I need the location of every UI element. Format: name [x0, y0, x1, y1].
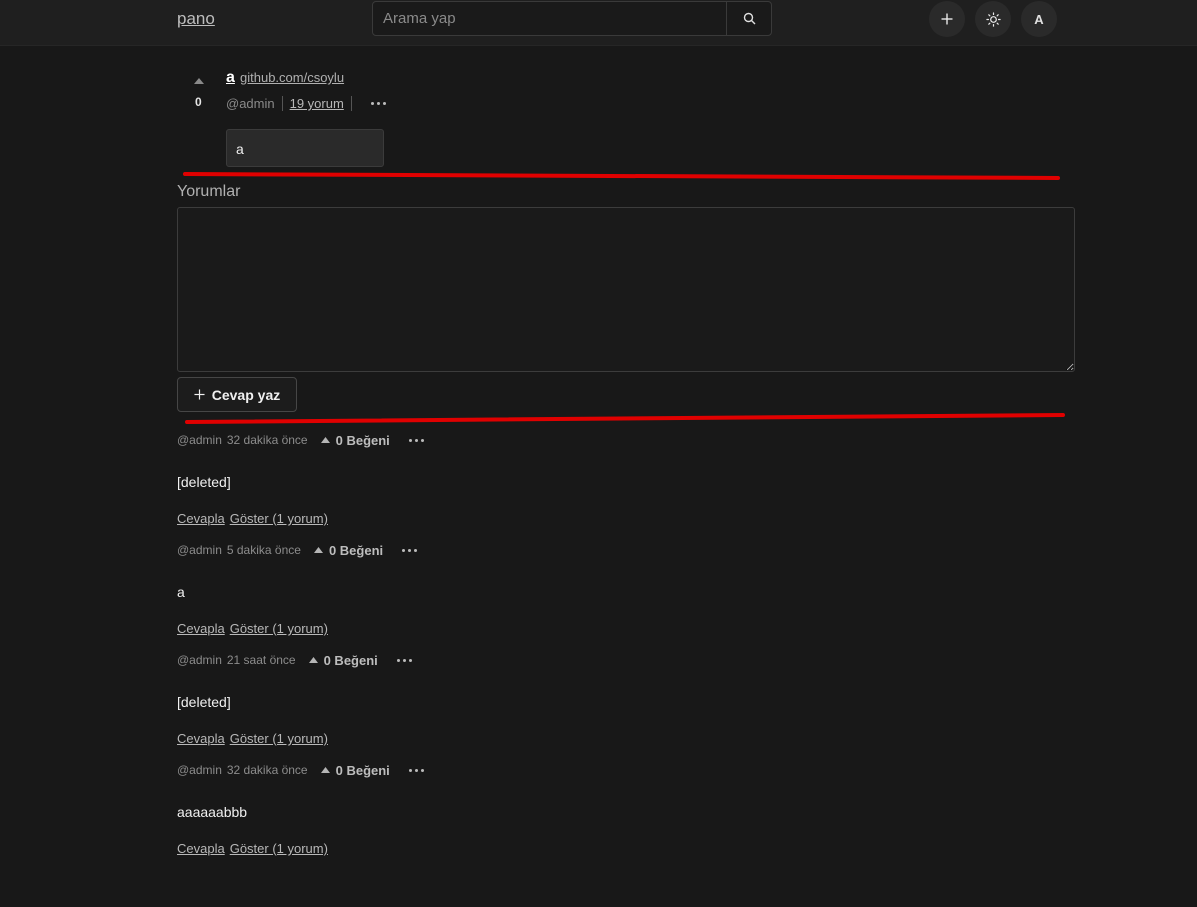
like-button[interactable]: 0 Beğeni: [313, 542, 384, 558]
post-title[interactable]: a: [226, 69, 235, 87]
show-replies-link[interactable]: Göster (1 yorum): [230, 621, 328, 636]
comment-author[interactable]: @admin: [177, 433, 222, 447]
upvote-icon: [320, 767, 330, 773]
theme-toggle-button[interactable]: [975, 1, 1011, 37]
like-count: 0 Beğeni: [328, 542, 384, 558]
comment-textarea[interactable]: [177, 207, 1075, 372]
plus-icon: [941, 13, 953, 25]
reply-link[interactable]: Cevapla: [177, 621, 225, 636]
divider: [281, 96, 283, 111]
comment-time: 32 dakika önce: [226, 433, 308, 447]
comment-item: @admin 5 dakika önce 0 Beğeni a Cevapla …: [177, 542, 877, 636]
comment-text: aaaaaabbb: [177, 804, 248, 820]
user-avatar[interactable]: A: [1021, 1, 1057, 37]
show-replies-link[interactable]: Göster (1 yorum): [230, 731, 328, 746]
write-reply-button[interactable]: Cevap yaz: [177, 377, 297, 412]
comment-actions: Cevapla Göster (1 yorum): [177, 841, 877, 856]
comment-actions: Cevapla Göster (1 yorum): [177, 731, 877, 746]
comment-meta: @admin 21 saat önce 0 Beğeni: [177, 652, 877, 668]
comment-time: 21 saat önce: [226, 653, 296, 667]
post-author[interactable]: @admin: [226, 96, 275, 111]
more-icon[interactable]: [370, 102, 386, 105]
show-replies-link[interactable]: Göster (1 yorum): [230, 511, 328, 526]
comment-actions: Cevapla Göster (1 yorum): [177, 621, 877, 636]
more-icon[interactable]: [408, 768, 424, 772]
comment-author[interactable]: @admin: [177, 653, 222, 667]
comment-author[interactable]: @admin: [177, 543, 222, 557]
search-input[interactable]: [373, 2, 726, 35]
create-post-button[interactable]: [929, 1, 965, 37]
comment-time: 5 dakika önce: [226, 543, 301, 557]
like-button[interactable]: 0 Beğeni: [320, 432, 390, 448]
post-vote-count: 0: [195, 95, 202, 109]
comment-meta: @admin 32 dakika önce 0 Beğeni: [177, 432, 877, 448]
upvote-icon: [313, 547, 323, 553]
like-count: 0 Beğeni: [323, 652, 378, 668]
more-icon[interactable]: [408, 438, 424, 442]
like-button[interactable]: 0 Beğeni: [308, 652, 378, 668]
post-body: a: [226, 129, 384, 167]
sun-icon: [985, 11, 1001, 27]
like-button[interactable]: 0 Beğeni: [320, 762, 390, 778]
top-bar: pano A: [0, 0, 1197, 46]
divider: [350, 96, 352, 111]
comment-text: [deleted]: [177, 474, 231, 490]
comment-meta: @admin 32 dakika önce 0 Beğeni: [177, 762, 877, 778]
write-reply-label: Cevap yaz: [211, 386, 281, 403]
comment-author[interactable]: @admin: [177, 763, 222, 777]
reply-link[interactable]: Cevapla: [177, 841, 225, 856]
reply-link[interactable]: Cevapla: [177, 731, 225, 746]
search-icon: [743, 12, 755, 25]
like-count: 0 Beğeni: [335, 432, 390, 448]
comment-actions: Cevapla Göster (1 yorum): [177, 511, 877, 526]
comments-heading: Yorumlar: [177, 183, 241, 200]
post-link[interactable]: github.com/csoylu: [240, 70, 344, 85]
comment-item: @admin 32 dakika önce 0 Beğeni [deleted]…: [177, 432, 877, 526]
search-button[interactable]: [726, 2, 771, 35]
more-icon[interactable]: [402, 548, 418, 552]
comment-item: @admin 21 saat önce 0 Beğeni [deleted] C…: [177, 652, 877, 746]
post-meta: @admin 19 yorum: [226, 96, 386, 111]
comment-meta: @admin 5 dakika önce 0 Beğeni: [177, 542, 877, 558]
show-replies-link[interactable]: Göster (1 yorum): [230, 841, 328, 856]
comment-item: @admin 32 dakika önce 0 Beğeni aaaaaabbb…: [177, 762, 877, 856]
upvote-icon[interactable]: [193, 77, 205, 85]
comment-text: a: [177, 584, 185, 600]
more-icon[interactable]: [396, 658, 412, 662]
comment-time: 32 dakika önce: [226, 763, 308, 777]
plus-icon: [194, 389, 205, 400]
post-comment-count[interactable]: 19 yorum: [290, 96, 344, 111]
upvote-icon: [308, 657, 318, 663]
site-logo[interactable]: pano: [177, 9, 215, 29]
search-bar: [372, 1, 772, 36]
reply-link[interactable]: Cevapla: [177, 511, 225, 526]
comment-text: [deleted]: [177, 694, 231, 710]
like-count: 0 Beğeni: [335, 762, 390, 778]
upvote-icon: [320, 437, 330, 443]
